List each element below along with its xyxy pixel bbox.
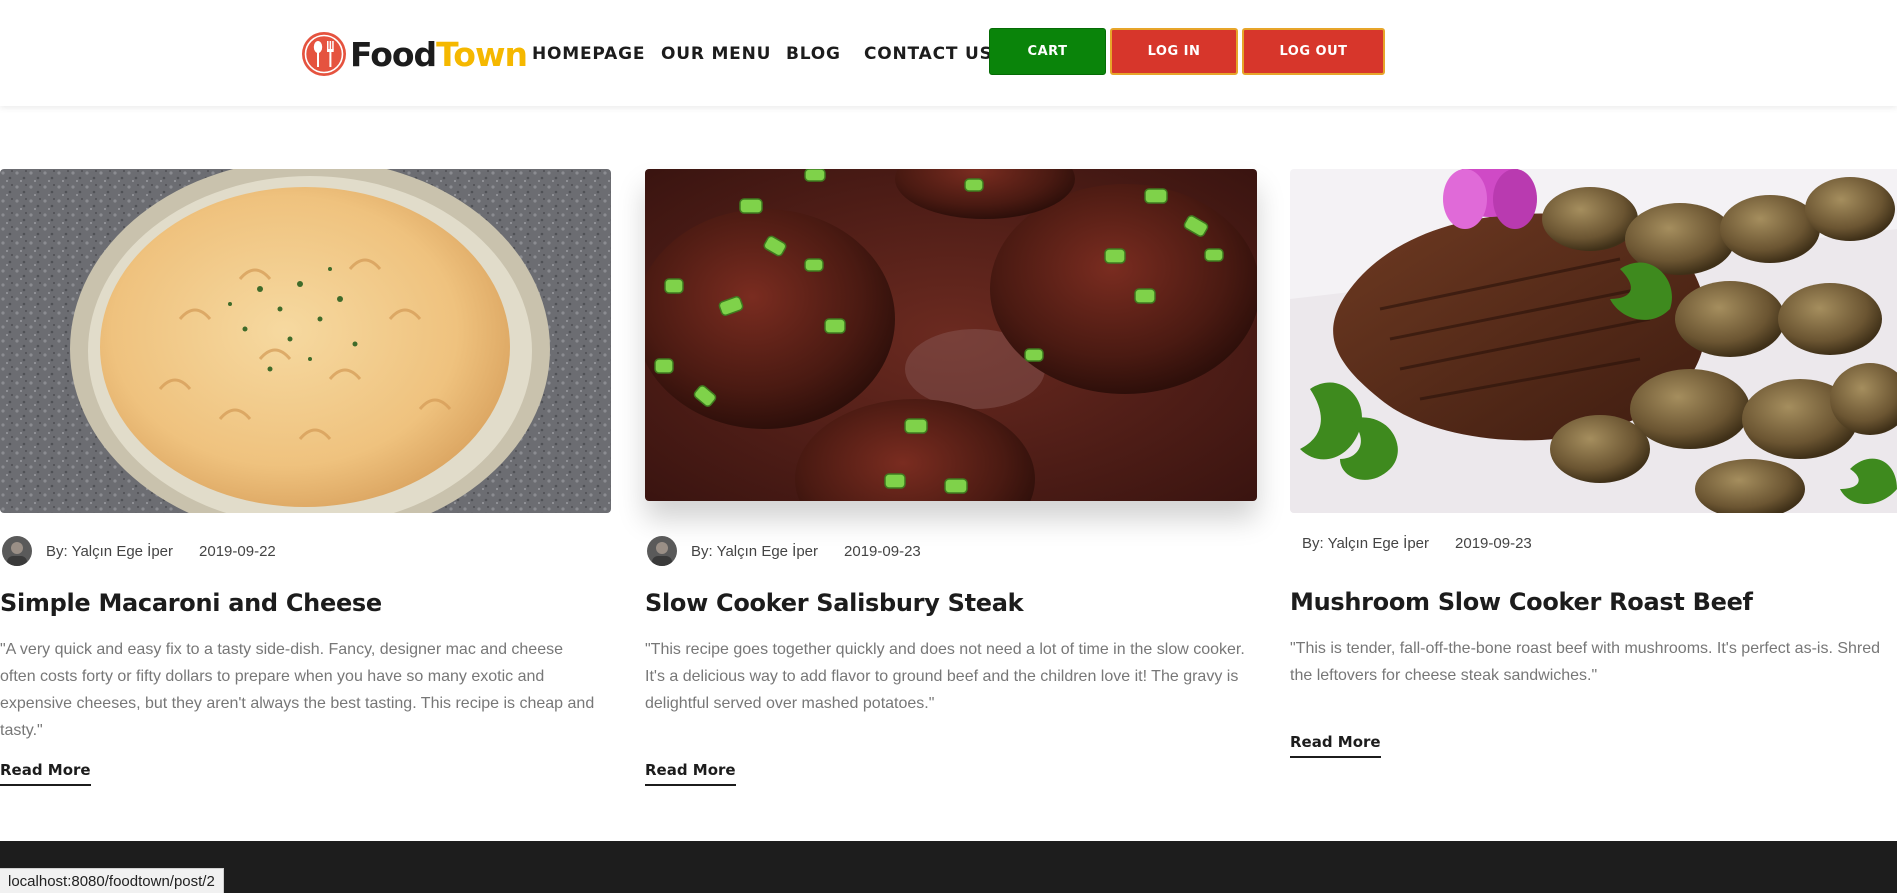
- read-more-link[interactable]: Read More: [0, 761, 91, 786]
- read-more-link[interactable]: Read More: [645, 761, 736, 786]
- post-meta: By: Yalçın Ege İper 2019-09-22: [2, 536, 276, 566]
- status-bar-url: localhost:8080/foodtown/post/2: [0, 868, 224, 893]
- login-button[interactable]: LOG IN: [1110, 28, 1238, 75]
- post-meta: By: Yalçın Ege İper 2019-09-23: [1302, 535, 1532, 552]
- logo-wordmark: FoodTown: [350, 34, 528, 74]
- fork-spoon-logo-icon: [302, 32, 346, 76]
- post-image[interactable]: [0, 169, 611, 513]
- salisbury-steak-photo-icon: [645, 169, 1257, 501]
- post-excerpt: "This recipe goes together quickly and d…: [645, 641, 1245, 712]
- logo-town-text: Town: [436, 34, 528, 74]
- post-excerpt: "This is tender, fall-off-the-bone roast…: [1290, 640, 1881, 684]
- post-image[interactable]: [645, 169, 1257, 501]
- read-more-link[interactable]: Read More: [1290, 733, 1381, 758]
- post-excerpt: "A very quick and easy fix to a tasty si…: [0, 641, 595, 739]
- cart-button[interactable]: CART: [989, 28, 1106, 75]
- mac-and-cheese-photo-icon: [0, 169, 611, 513]
- roast-beef-photo-icon: [1290, 169, 1897, 513]
- post-title[interactable]: Mushroom Slow Cooker Roast Beef: [1290, 588, 1753, 616]
- post-title[interactable]: Simple Macaroni and Cheese: [0, 589, 382, 617]
- site-header: FoodTown HOMEPAGE OUR MENU BLOG CONTACT …: [0, 0, 1897, 106]
- foodtown-logo[interactable]: FoodTown: [301, 31, 528, 77]
- post-author: By: Yalçın Ege İper: [1302, 535, 1430, 552]
- post-author: By: Yalçın Ege İper: [46, 542, 174, 560]
- nav-blog[interactable]: BLOG: [786, 44, 841, 64]
- nav-contact-us[interactable]: CONTACT US: [864, 44, 993, 64]
- site-footer: [0, 841, 1897, 893]
- author-avatar: [2, 536, 32, 566]
- post-image[interactable]: [1290, 169, 1897, 513]
- logo-food-text: Food: [350, 34, 437, 74]
- post-date: 2019-09-23: [844, 542, 921, 560]
- post-title[interactable]: Slow Cooker Salisbury Steak: [645, 589, 1024, 617]
- nav-homepage[interactable]: HOMEPAGE: [532, 44, 645, 64]
- post-date: 2019-09-23: [1455, 535, 1532, 552]
- post-author: By: Yalçın Ege İper: [691, 542, 819, 560]
- logout-button[interactable]: LOG OUT: [1242, 28, 1385, 75]
- nav-our-menu[interactable]: OUR MENU: [661, 44, 771, 64]
- author-avatar: [647, 536, 677, 566]
- post-meta: By: Yalçın Ege İper 2019-09-23: [647, 536, 921, 566]
- post-date: 2019-09-22: [199, 542, 276, 560]
